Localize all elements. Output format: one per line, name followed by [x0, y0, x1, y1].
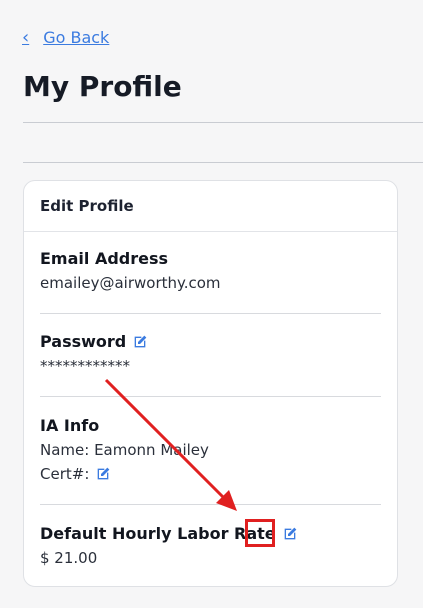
divider — [23, 162, 423, 163]
password-label: Password — [40, 332, 127, 351]
cert-row: Cert#: — [40, 465, 381, 483]
edit-icon[interactable] — [132, 334, 148, 350]
section-divider — [40, 504, 381, 505]
email-label: Email Address — [40, 249, 169, 268]
edit-icon[interactable] — [95, 466, 111, 482]
go-back-link[interactable]: ‹ Go Back — [22, 27, 109, 48]
edit-profile-card: Edit Profile Email Address emailey@airwo… — [23, 180, 398, 587]
ia-info-section: IA Info Name: Eamonn Mailey Cert#: — [40, 416, 381, 483]
go-back-label: Go Back — [43, 28, 110, 47]
edit-icon[interactable] — [282, 526, 298, 542]
section-divider — [40, 313, 381, 314]
labor-rate-section: Default Hourly Labor Rate $ 21.00 — [40, 524, 381, 567]
password-section: Password ************ — [40, 332, 381, 375]
ia-name: Name: Eamonn Mailey — [40, 441, 209, 459]
email-section: Email Address emailey@airworthy.com — [40, 249, 381, 292]
annotation-highlight-box — [245, 519, 275, 547]
card-header: Edit Profile — [24, 181, 397, 232]
cert-label: Cert#: — [40, 465, 90, 483]
password-label-row: Password — [40, 332, 381, 351]
section-divider — [40, 396, 381, 397]
labor-rate-label-row: Default Hourly Labor Rate — [40, 524, 381, 543]
labor-rate-label: Default Hourly Labor Rate — [40, 524, 276, 543]
chevron-left-icon: ‹ — [22, 27, 30, 48]
password-value: ************ — [40, 357, 130, 375]
divider — [23, 122, 423, 123]
ia-info-label: IA Info — [40, 416, 100, 435]
labor-rate-value: $ 21.00 — [40, 549, 98, 567]
page-title: My Profile — [23, 70, 182, 103]
email-value: emailey@airworthy.com — [40, 274, 221, 292]
